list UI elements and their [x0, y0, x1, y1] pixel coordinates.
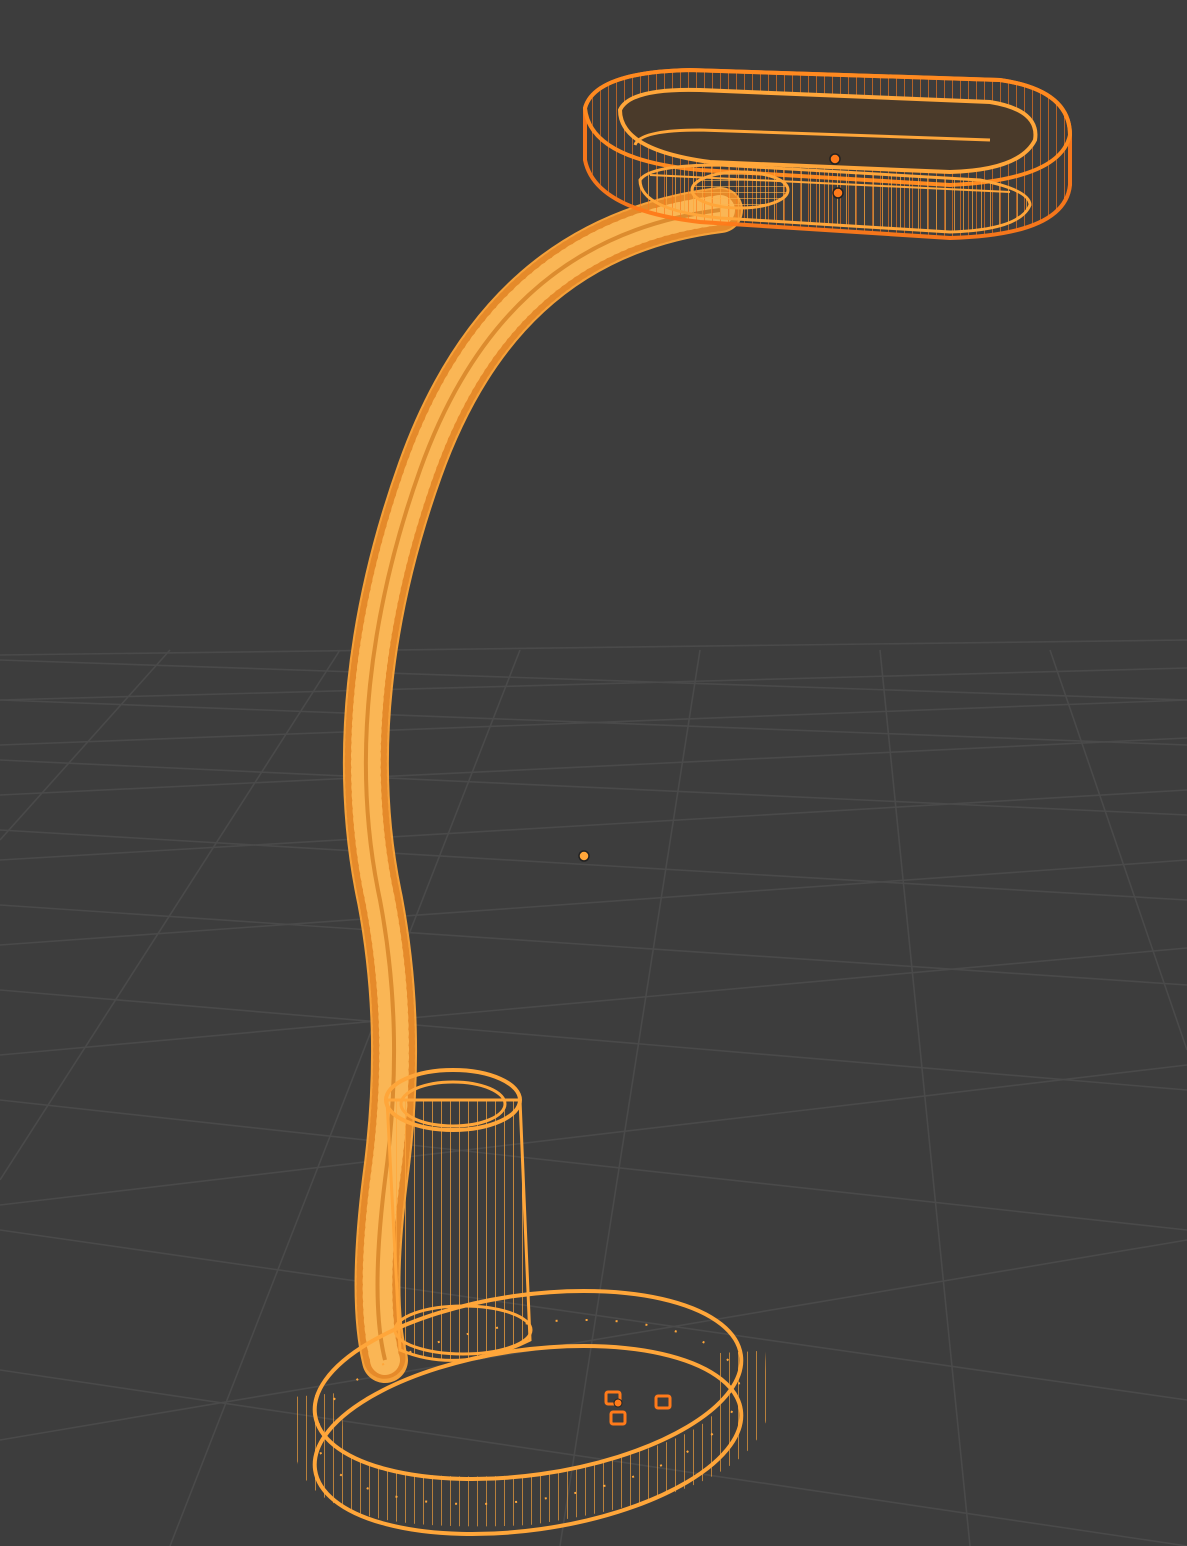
viewport-canvas[interactable]: [0, 0, 1187, 1546]
object-origin-icon[interactable]: [578, 850, 590, 862]
floor-grid: [0, 639, 1187, 1546]
3d-viewport[interactable]: [0, 0, 1187, 1546]
lamp-head[interactable]: [582, 67, 1073, 241]
screws[interactable]: [604, 1390, 672, 1426]
lamp-socket[interactable]: [384, 1068, 533, 1362]
